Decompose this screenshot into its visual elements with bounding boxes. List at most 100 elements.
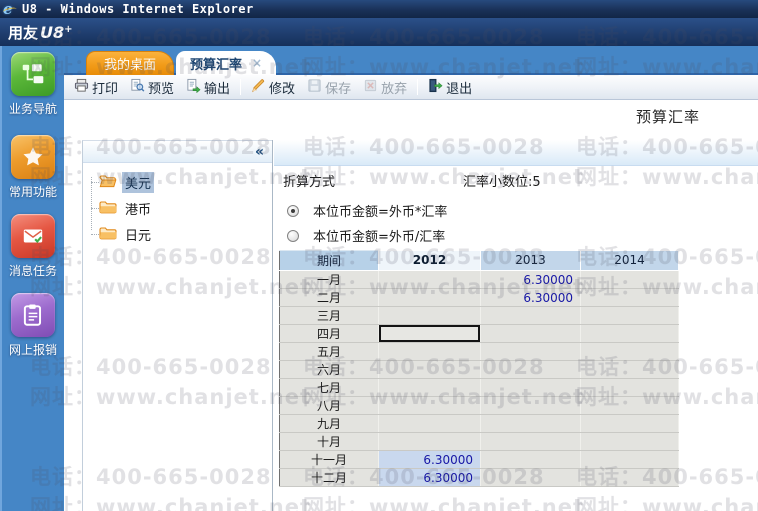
business-nav-icon bbox=[10, 52, 55, 96]
rate-cell[interactable] bbox=[580, 306, 679, 325]
folder-closed-icon bbox=[99, 199, 122, 218]
preview-icon bbox=[130, 78, 145, 97]
rate-cell[interactable]: 6.30000 bbox=[378, 468, 481, 487]
table-row: 三月 bbox=[279, 306, 679, 325]
tab-label: 预算汇率 bbox=[190, 57, 243, 73]
tree-item-港币[interactable]: 港币 bbox=[83, 195, 272, 221]
period-cell[interactable]: 一月 bbox=[279, 270, 379, 289]
period-cell[interactable]: 二月 bbox=[279, 288, 379, 307]
rate-cell[interactable] bbox=[378, 270, 481, 289]
sidebar-item-网上报销[interactable]: 网上报销 bbox=[9, 293, 57, 358]
rate-cell[interactable] bbox=[480, 306, 581, 325]
sidebar-item-业务导航[interactable]: 业务导航 bbox=[9, 52, 57, 117]
column-header-2012[interactable]: 2012 bbox=[378, 250, 481, 271]
table-row: 八月 bbox=[279, 396, 679, 415]
rate-cell[interactable] bbox=[480, 378, 581, 397]
column-header-2013[interactable]: 2013 bbox=[480, 250, 581, 271]
rate-cell[interactable] bbox=[580, 414, 679, 433]
save-icon bbox=[307, 78, 322, 97]
period-cell[interactable]: 五月 bbox=[279, 342, 379, 361]
rate-cell[interactable] bbox=[480, 432, 581, 451]
period-cell[interactable]: 四月 bbox=[279, 324, 379, 343]
table-header-row: 期间 2012 2013 2014 bbox=[279, 250, 679, 271]
tree-panel-header: « bbox=[83, 141, 272, 163]
rate-cell[interactable] bbox=[378, 306, 481, 325]
printer-icon bbox=[74, 78, 89, 97]
tab-close-icon[interactable]: × bbox=[252, 56, 262, 70]
rate-cell[interactable] bbox=[378, 378, 481, 397]
sidebar-item-label: 常用功能 bbox=[8, 185, 57, 199]
toolbar-button-label: 输出 bbox=[204, 81, 231, 97]
输出-button[interactable]: 输出 bbox=[180, 75, 236, 100]
rate-cell[interactable] bbox=[580, 468, 679, 487]
radio-button[interactable] bbox=[287, 229, 299, 242]
rate-cell[interactable] bbox=[480, 324, 581, 343]
period-cell[interactable]: 六月 bbox=[279, 360, 379, 379]
rate-cell[interactable] bbox=[378, 288, 481, 307]
radio-label: 本位币金额=外币*汇率 bbox=[313, 205, 448, 220]
tab-预算汇率[interactable]: 预算汇率 × bbox=[176, 51, 277, 75]
rate-cell[interactable]: 6.30000 bbox=[480, 288, 581, 307]
rate-cell[interactable] bbox=[580, 360, 679, 379]
radio-button[interactable] bbox=[287, 204, 299, 217]
toolbar-button-label: 放弃 bbox=[381, 81, 408, 97]
rate-cell[interactable] bbox=[580, 270, 679, 289]
rate-cell[interactable] bbox=[378, 396, 481, 415]
currency-tree-panel: « 美元 港币 日元 bbox=[82, 140, 272, 511]
rate-cell[interactable] bbox=[580, 342, 679, 361]
sidebar-item-常用功能[interactable]: 常用功能 bbox=[9, 135, 57, 200]
退出-button[interactable]: 退出 bbox=[422, 75, 478, 100]
rate-cell[interactable] bbox=[480, 342, 581, 361]
rate-cell[interactable] bbox=[580, 324, 679, 343]
tree-item-美元[interactable]: 美元 bbox=[83, 169, 272, 195]
预览-button[interactable]: 预览 bbox=[124, 75, 180, 100]
period-cell[interactable]: 十月 bbox=[279, 432, 379, 451]
rate-cell[interactable] bbox=[580, 288, 679, 307]
favorites-icon bbox=[10, 135, 55, 179]
tab-band: 我的桌面 预算汇率 × bbox=[64, 46, 758, 75]
period-cell[interactable]: 三月 bbox=[279, 306, 379, 325]
internet-explorer-icon: e bbox=[3, 1, 18, 17]
exchange-rate-table: 期间 2012 2013 2014 一月 6.30000 二月 6.30000 三月 四月 五月 六月… bbox=[279, 250, 679, 487]
collapse-panel-button[interactable]: « bbox=[255, 143, 264, 161]
tab-我的桌面[interactable]: 我的桌面 bbox=[86, 51, 174, 75]
column-header-期间[interactable]: 期间 bbox=[279, 250, 379, 271]
保存-button: 保存 bbox=[301, 75, 357, 100]
修改-button[interactable]: 修改 bbox=[245, 75, 301, 100]
rate-cell[interactable] bbox=[580, 396, 679, 415]
rate-cell[interactable] bbox=[480, 360, 581, 379]
rate-cell[interactable] bbox=[480, 450, 581, 469]
rate-cell[interactable] bbox=[580, 378, 679, 397]
rate-cell[interactable]: 6.30000 bbox=[378, 450, 481, 469]
period-cell[interactable]: 七月 bbox=[279, 378, 379, 397]
rate-cell[interactable] bbox=[378, 414, 481, 433]
radio-row: 本位币金额=外币/汇率 bbox=[287, 226, 445, 245]
conversion-method-label: 折算方式 bbox=[283, 175, 336, 190]
rate-cell[interactable]: 6.30000 bbox=[480, 270, 581, 289]
period-cell[interactable]: 十二月 bbox=[279, 468, 379, 487]
decimal-places-label: 汇率小数位:5 bbox=[463, 175, 541, 190]
rate-cell[interactable] bbox=[580, 432, 679, 451]
tree-item-日元[interactable]: 日元 bbox=[83, 221, 272, 247]
table-row: 六月 bbox=[279, 360, 679, 379]
period-cell[interactable]: 九月 bbox=[279, 414, 379, 433]
rate-cell[interactable] bbox=[480, 468, 581, 487]
rate-cell[interactable] bbox=[378, 324, 481, 343]
column-header-2014[interactable]: 2014 bbox=[580, 250, 679, 271]
rate-cell[interactable] bbox=[480, 414, 581, 433]
sidebar-item-label: 消息任务 bbox=[8, 264, 57, 278]
打印-button[interactable]: 打印 bbox=[68, 75, 124, 100]
navigation-sidebar: 业务导航常用功能消息任务网上报销 bbox=[0, 46, 64, 511]
rate-cell[interactable] bbox=[378, 360, 481, 379]
period-cell[interactable]: 十一月 bbox=[279, 450, 379, 469]
tree-item-label: 美元 bbox=[122, 171, 155, 193]
rate-cell[interactable] bbox=[378, 432, 481, 451]
period-cell[interactable]: 八月 bbox=[279, 396, 379, 415]
sidebar-item-消息任务[interactable]: 消息任务 bbox=[9, 214, 57, 279]
table-header: 期间 2012 2013 2014 bbox=[279, 250, 679, 271]
rate-cell[interactable] bbox=[378, 342, 481, 361]
rate-cell[interactable] bbox=[480, 396, 581, 415]
toolbar-separator bbox=[240, 79, 242, 95]
table-row: 五月 bbox=[279, 342, 679, 361]
rate-cell[interactable] bbox=[580, 450, 679, 469]
